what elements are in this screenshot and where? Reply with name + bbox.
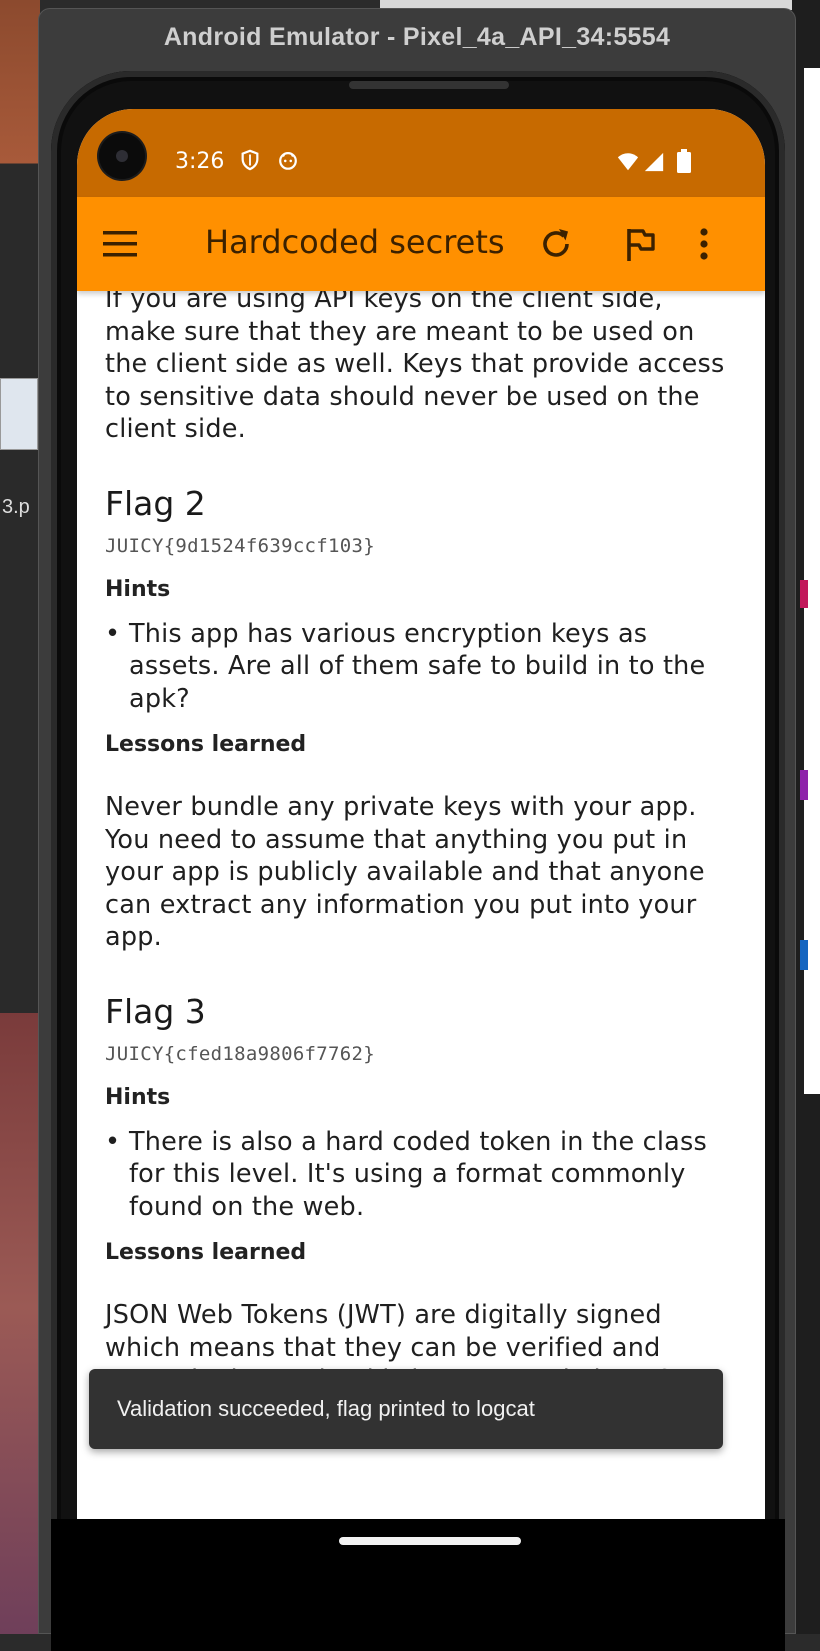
app-bar: Hardcoded secrets	[77, 197, 765, 291]
lessons-heading: Lessons learned	[105, 1240, 307, 1265]
lesson-paragraph: Never bundle any private keys with your …	[105, 792, 705, 952]
desktop-background-mark	[800, 580, 808, 608]
page-title: Hardcoded secrets	[205, 223, 505, 261]
phone-frame: 3:26 Hardcoded secrets If you are using …	[51, 71, 785, 1651]
desktop-background-mark	[800, 770, 808, 800]
navigation-bar	[51, 1519, 785, 1651]
battery-icon	[677, 149, 691, 173]
snackbar: Validation succeeded, flag printed to lo…	[89, 1369, 723, 1449]
front-camera	[99, 133, 145, 179]
signal-icon	[644, 152, 664, 172]
android-notification-icon	[279, 152, 297, 170]
hamburger-menu-icon[interactable]	[103, 229, 139, 259]
desktop-file-thumbnail[interactable]	[0, 378, 38, 450]
hints-heading: Hints	[105, 1084, 171, 1110]
phone-screen: 3:26 Hardcoded secrets If you are using …	[77, 109, 765, 1557]
flag-code: JUICY{cfed18a9806f7762}	[105, 1042, 375, 1065]
lessons-heading: Lessons learned	[105, 732, 307, 757]
desktop-background-mark	[800, 940, 808, 970]
flag-section: Flag 2 JUICY{9d1524f639ccf103} Hints • T…	[105, 484, 725, 954]
desktop-file-label: 3.p	[2, 496, 30, 518]
scroll-content[interactable]: If you are using API keys on the client …	[77, 291, 765, 1557]
flag-icon[interactable]	[621, 225, 659, 263]
wifi-icon	[617, 153, 639, 171]
phone-speaker	[349, 81, 509, 89]
bullet: •	[105, 1126, 121, 1157]
status-bar: 3:26	[77, 109, 765, 197]
emulator-window-title[interactable]: Android Emulator - Pixel_4a_API_34:5554	[39, 9, 795, 65]
home-gesture-handle[interactable]	[339, 1537, 521, 1545]
shield-icon	[241, 149, 259, 171]
bullet: •	[105, 618, 121, 649]
refresh-icon[interactable]	[537, 225, 575, 263]
status-time: 3:26	[175, 149, 225, 174]
flag-code: JUICY{9d1524f639ccf103}	[105, 534, 375, 557]
more-vert-icon[interactable]	[693, 225, 715, 263]
intro-paragraph: If you are using API keys on the client …	[105, 291, 725, 444]
snackbar-message: Validation succeeded, flag printed to lo…	[117, 1396, 535, 1421]
emulator-window: Android Emulator - Pixel_4a_API_34:5554 …	[38, 8, 796, 1651]
hint-list-item: • This app has various encryption keys a…	[105, 618, 725, 716]
hints-heading: Hints	[105, 576, 171, 602]
desktop-background-left	[0, 0, 40, 1634]
flag-heading: Flag 2	[105, 483, 206, 523]
hint-list-item: • There is also a hard coded token in th…	[105, 1126, 725, 1224]
hint-text: There is also a hard coded token in the …	[129, 1126, 707, 1222]
flag-heading: Flag 3	[105, 991, 206, 1031]
hint-text: This app has various encryption keys as …	[129, 618, 706, 714]
flag-section: Flag 3 JUICY{cfed18a9806f7762} Hints • T…	[105, 992, 725, 1430]
